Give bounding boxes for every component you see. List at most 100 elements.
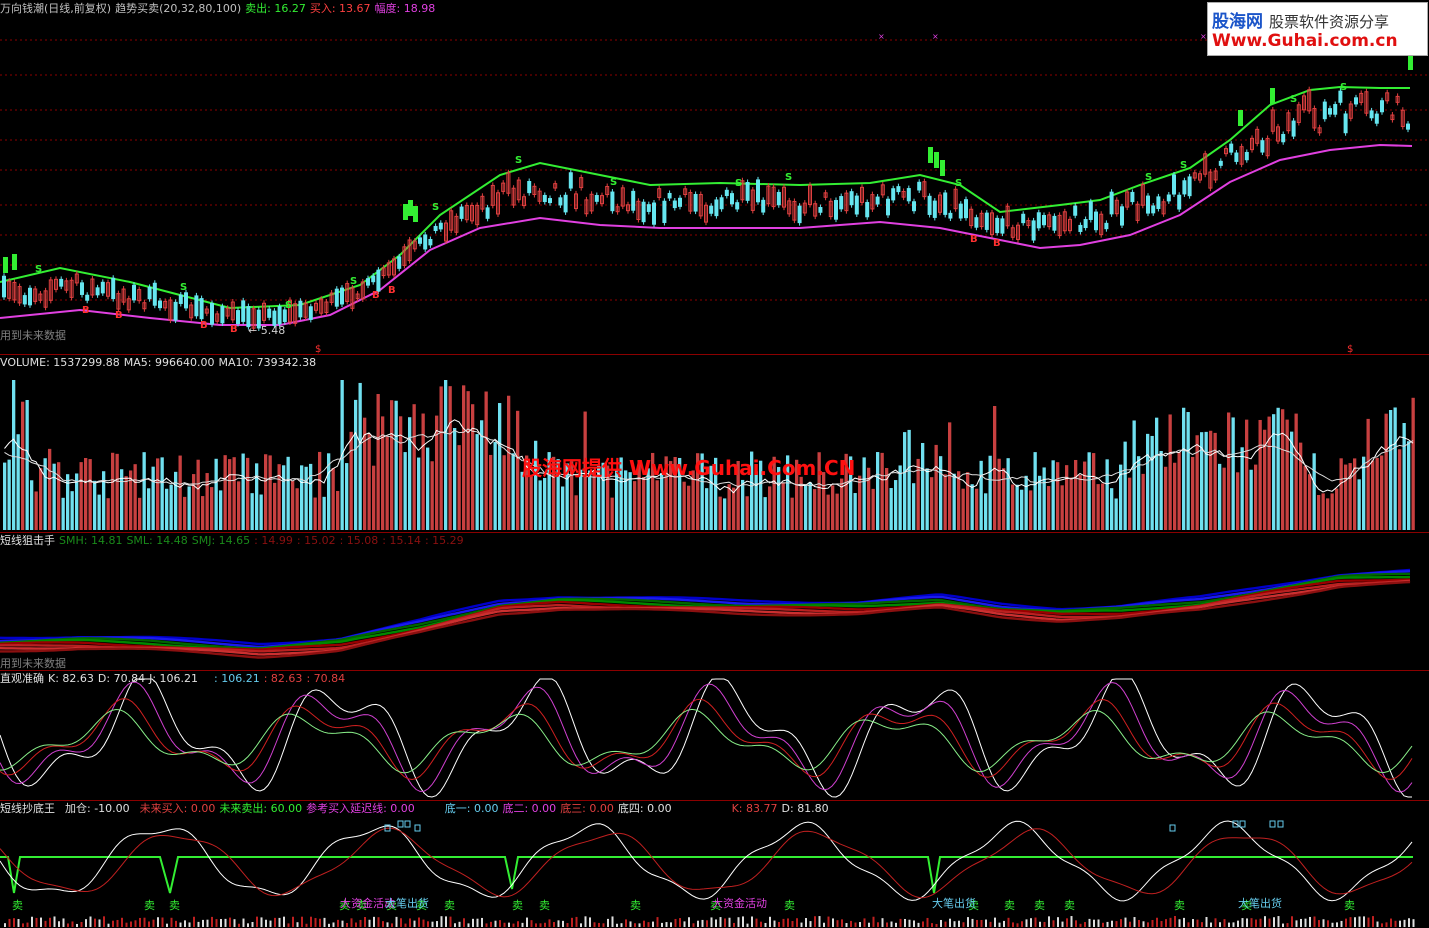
bottom-bar bbox=[926, 917, 929, 927]
bottom-bar bbox=[44, 920, 47, 927]
candlestick bbox=[1260, 140, 1265, 153]
kdj-panel[interactable]: 直观准确 K: 82.63 D: 70.84 J: 106.21: 106.21: 8… bbox=[0, 671, 1429, 800]
bottom-bar bbox=[755, 918, 758, 927]
bottom-bar bbox=[40, 917, 42, 927]
volume-bar bbox=[1110, 488, 1114, 530]
volume-bar bbox=[183, 496, 187, 530]
sniper-panel[interactable]: 短线狙击手 SMH: 14.81 SML: 14.48 SMJ: 14.65: 14.… bbox=[0, 533, 1429, 670]
volume-bar bbox=[399, 416, 403, 530]
bottom-bar bbox=[323, 917, 326, 927]
bottom-bar bbox=[1084, 922, 1086, 927]
bottom-bar bbox=[17, 919, 20, 927]
sell-marker: S bbox=[1180, 160, 1187, 171]
volume-bar bbox=[903, 432, 907, 530]
bottom-one: 底一: 0.00 bbox=[444, 802, 499, 815]
bottom-bar bbox=[782, 918, 785, 927]
bottom-bar bbox=[454, 923, 456, 927]
bottom-bar bbox=[962, 922, 965, 927]
sell-signal: 卖 bbox=[630, 899, 641, 912]
bottom-bar bbox=[1106, 921, 1109, 927]
bottom-bar bbox=[1255, 919, 1257, 927]
volume-panel[interactable]: VOLUME: 1537299.88 MA5: 996640.00 MA10: 73… bbox=[0, 355, 1429, 532]
bottom-bar bbox=[112, 920, 114, 927]
candlestick bbox=[1078, 224, 1083, 232]
logo-name: 股海网 bbox=[1212, 12, 1263, 32]
volume-bar bbox=[142, 452, 146, 530]
bottom-bar bbox=[364, 917, 366, 927]
volume-bar bbox=[228, 459, 232, 530]
buy-marker: B bbox=[970, 234, 978, 245]
bottom-bar bbox=[256, 916, 258, 927]
candlestick bbox=[1406, 123, 1410, 130]
volume-bar bbox=[1402, 423, 1406, 530]
future-buy: 未来买入: 0.00 bbox=[139, 802, 216, 815]
bottom-bar bbox=[751, 916, 753, 927]
candlestick bbox=[1187, 176, 1192, 197]
volume-bar bbox=[493, 441, 497, 530]
volume-bar bbox=[273, 482, 277, 530]
smh-value: SMH: 14.81 bbox=[59, 534, 123, 547]
bottom-bar bbox=[1003, 920, 1005, 927]
bottom-bar bbox=[1151, 919, 1154, 927]
volume-bar bbox=[898, 465, 902, 530]
buy-marker: B bbox=[200, 320, 208, 331]
volume-bar bbox=[511, 453, 515, 530]
volume-bar bbox=[1155, 417, 1159, 530]
bottom-bar bbox=[980, 919, 983, 927]
bottom-bar bbox=[530, 920, 533, 927]
bottom-bar bbox=[188, 922, 191, 927]
candlestick bbox=[631, 190, 636, 211]
volume-bar bbox=[1398, 449, 1402, 530]
extra-k: : 82.63 bbox=[263, 672, 303, 685]
bottom-bar bbox=[1399, 920, 1401, 927]
signal-box bbox=[414, 824, 421, 832]
candlestick bbox=[1146, 195, 1150, 214]
bottom-bar bbox=[229, 917, 231, 927]
volume-bar bbox=[1321, 493, 1325, 530]
bottom-bar bbox=[1376, 921, 1379, 927]
signal-box bbox=[1239, 820, 1246, 828]
bottom-bar bbox=[62, 918, 65, 927]
bottom-bar bbox=[976, 919, 978, 927]
volume-bar bbox=[93, 480, 97, 530]
bottom-bar bbox=[1246, 918, 1248, 927]
volume-bar bbox=[1029, 490, 1033, 530]
signal-box bbox=[1169, 824, 1176, 832]
bottom-bar bbox=[409, 918, 411, 927]
bottom-bar bbox=[350, 918, 353, 927]
bottom-bar bbox=[602, 923, 605, 927]
bottom-bar bbox=[1367, 917, 1370, 927]
bottom-bar bbox=[760, 921, 762, 927]
bottom-bar bbox=[1102, 922, 1104, 927]
volume-bar bbox=[322, 496, 326, 530]
volume-bar bbox=[1375, 457, 1379, 530]
sell-signal: 卖 bbox=[1064, 899, 1075, 912]
bottom-bar bbox=[823, 922, 825, 927]
price-panel[interactable]: S S S S S S S S S S S S S S B B B B B B B B $ $ × × × 万向钱潮(日线,前复权)… bbox=[0, 0, 1429, 354]
volume-bar bbox=[1222, 467, 1226, 530]
sell-marker: S bbox=[180, 282, 187, 293]
bottom-bar bbox=[553, 922, 555, 927]
volume-bar bbox=[223, 455, 227, 530]
signal-candle bbox=[403, 204, 408, 220]
volume-bar bbox=[1380, 455, 1384, 530]
bottom-bar bbox=[278, 917, 281, 927]
bottom-bar bbox=[71, 921, 74, 927]
volume-bar bbox=[907, 429, 911, 530]
bottom-bar bbox=[868, 922, 870, 927]
volume-bar bbox=[1141, 473, 1145, 530]
bottom-bar bbox=[67, 923, 69, 927]
sell-marker: S bbox=[350, 276, 357, 287]
bottom-bar bbox=[1408, 918, 1410, 927]
volume-bar bbox=[1317, 495, 1321, 530]
volume-bar bbox=[1069, 477, 1073, 530]
bottom-bar bbox=[1075, 920, 1077, 927]
candlestick bbox=[917, 181, 922, 191]
volume-bar bbox=[30, 480, 34, 530]
line4-value: : 15.14 bbox=[382, 534, 421, 547]
bottom-bar bbox=[1241, 918, 1244, 927]
bottom-bar bbox=[841, 919, 843, 927]
sell-marker: S bbox=[432, 202, 439, 213]
bottom-panel[interactable]: 卖卖卖卖卖卖卖卖卖卖卖卖卖卖卖卖卖卖卖卖大资金活动 大资金活动 大笔出货 大笔出货 大笔… bbox=[0, 801, 1429, 928]
volume-bar bbox=[471, 404, 475, 530]
